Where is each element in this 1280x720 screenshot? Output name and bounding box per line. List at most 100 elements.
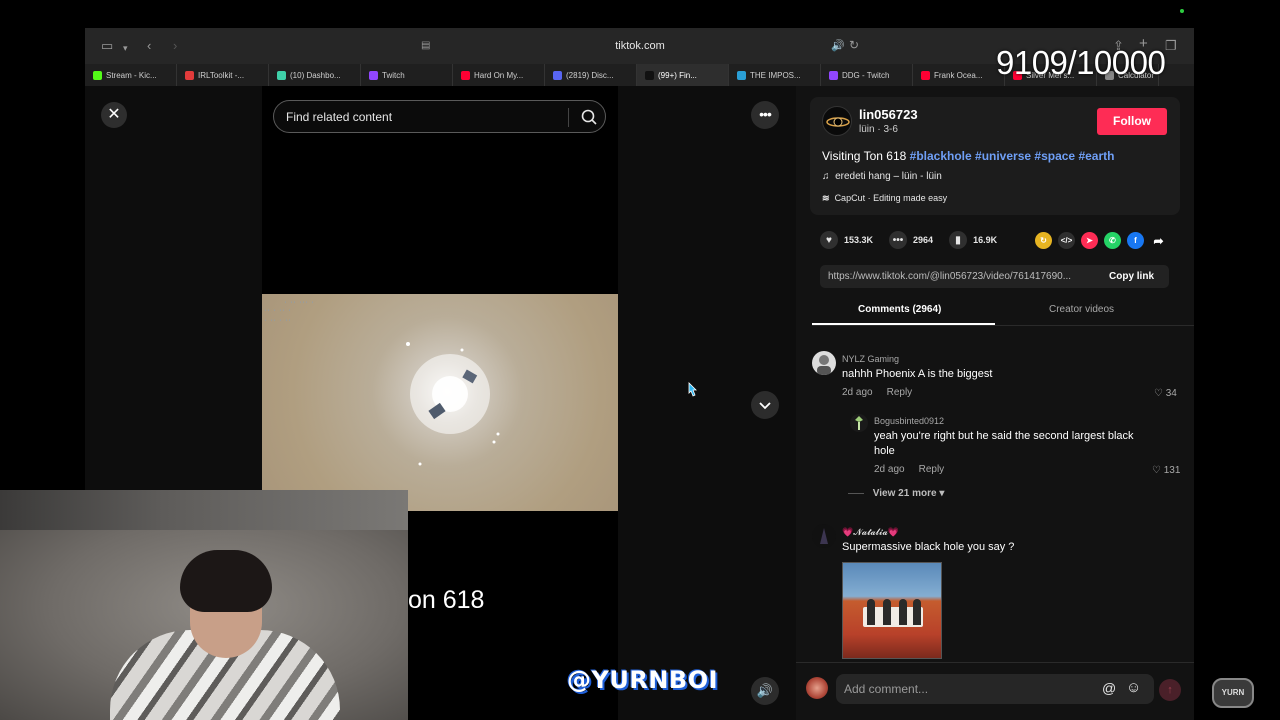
chevron-down-icon: ▾ [939, 488, 945, 499]
comment-input[interactable]: Add comment... @ ☺ [836, 674, 1154, 704]
back-icon[interactable]: ‹ [147, 38, 151, 54]
arrow-up-icon: ↑ [1167, 684, 1173, 696]
hashtag-link[interactable]: #blackhole [910, 149, 972, 163]
tab-favicon-icon [369, 70, 378, 80]
panel-tabs: Comments (2964) Creator videos [812, 298, 1194, 326]
browser-tab[interactable]: (10) Dashbo... [269, 64, 361, 86]
link-bar: https://www.tiktok.com/@lin056723/video/… [820, 265, 1169, 288]
audio-playing-icon[interactable]: 🔊 [831, 39, 845, 52]
video-caption: on 618 [408, 586, 485, 614]
music-note-icon: ♫ [822, 171, 830, 182]
comment-meta: 2d ago Reply [842, 387, 912, 398]
bookmark-icon: ▮ [949, 231, 968, 249]
creator-username[interactable]: lin056723 [859, 107, 918, 122]
related-search[interactable]: Find related content [273, 100, 606, 133]
close-button[interactable]: ✕ [101, 102, 127, 128]
like-button[interactable]: ♥ 153.3K [820, 231, 873, 249]
search-icon[interactable] [579, 107, 599, 127]
browser-tab[interactable]: THE IMPOS... [729, 64, 821, 86]
tab-label: Frank Ocea... [934, 70, 983, 80]
reply-like-count: 131 [1163, 465, 1181, 476]
comment-image[interactable] [842, 562, 942, 659]
browser-tab[interactable]: Hard On My... [453, 64, 545, 86]
chevron-down-icon[interactable]: ▾ [123, 40, 128, 56]
reload-icon[interactable]: ↻ [849, 38, 859, 52]
hashtag-link[interactable]: #universe [975, 149, 1031, 163]
video-link[interactable]: https://www.tiktok.com/@lin056723/video/… [828, 271, 1096, 282]
status-dot [1180, 9, 1184, 13]
replier-name[interactable]: Bogusbinted0912 [874, 416, 944, 426]
commenter-name[interactable]: 💗𝓝𝓪𝓽𝓪𝓵𝓲𝓪💗 [842, 527, 899, 538]
tab-comments[interactable]: Comments (2964) [858, 304, 941, 315]
replier-avatar[interactable] [850, 414, 868, 432]
repost-icon[interactable]: ↻ [1035, 232, 1052, 249]
comment-icon: ••• [889, 231, 908, 249]
video-scene: · ·· ··· · ·· · ·· · · ·· · ·· [264, 300, 500, 466]
tab-label: (10) Dashbo... [290, 70, 341, 80]
image-figure [883, 599, 891, 625]
send-comment-button[interactable]: ↑ [1159, 679, 1181, 701]
creator-avatar[interactable] [822, 106, 852, 136]
comment-time: 2d ago [842, 387, 873, 398]
whatsapp-icon[interactable]: ✆ [1104, 232, 1121, 249]
url-bar[interactable]: tiktok.com [415, 36, 865, 56]
tab-label: DDG - Twitch [842, 70, 890, 80]
comment-like-button[interactable]: ♡ 34 [1154, 388, 1177, 399]
browser-tab[interactable]: DDG - Twitch [821, 64, 913, 86]
mouse-cursor-icon [688, 382, 697, 397]
emoji-icon[interactable]: ☺ [1126, 679, 1141, 696]
commenter-avatar-image [817, 355, 831, 375]
browser-tab[interactable]: Twitch [361, 64, 453, 86]
description-text: Visiting Ton 618 [822, 149, 907, 163]
hashtag-link[interactable]: #space [1034, 149, 1075, 163]
reply-button[interactable]: Reply [887, 387, 913, 398]
more-options-button[interactable]: ••• [751, 101, 779, 129]
reply-button[interactable]: Reply [919, 464, 945, 475]
browser-tab[interactable]: IRLToolkit -... [177, 64, 269, 86]
search-divider [568, 108, 569, 127]
embed-icon[interactable]: </> [1058, 232, 1075, 249]
comment-text: nahhh Phoenix A is the biggest [842, 368, 993, 380]
commenter-avatar[interactable] [812, 524, 836, 548]
mention-icon[interactable]: @ [1102, 680, 1116, 696]
tab-creator-videos[interactable]: Creator videos [1049, 304, 1114, 315]
hashtag-link[interactable]: #earth [1078, 149, 1114, 163]
volume-button[interactable]: 🔊 [751, 677, 779, 705]
tab-label: Twitch [382, 70, 405, 80]
forward-icon[interactable]: › [173, 38, 177, 54]
copy-link-button[interactable]: Copy link [1109, 271, 1154, 282]
browser-tab[interactable]: (2819) Disc... [545, 64, 637, 86]
next-video-button[interactable] [751, 391, 779, 419]
image-figure [899, 599, 907, 625]
tab-favicon-icon [93, 70, 102, 80]
browser-tab[interactable]: Stream - Kic... [85, 64, 177, 86]
tab-label: (2819) Disc... [566, 70, 614, 80]
capcut-link[interactable]: ≋ CapCut · Editing made easy [822, 193, 947, 204]
reply-meta: 2d ago Reply [874, 464, 944, 475]
browser-tab[interactable]: (99+) Fin... [637, 64, 729, 86]
search-input[interactable]: Find related content [286, 110, 392, 124]
sidebar-toggle-icon[interactable]: ▭ [101, 38, 113, 54]
reply-like-button[interactable]: ♡ 131 [1152, 465, 1180, 476]
follow-button[interactable]: Follow [1097, 108, 1167, 135]
video-frame: · ·· ··· · ·· · ·· · · ·· · ·· [262, 294, 618, 511]
share-arrow-icon[interactable]: ➦ [1150, 232, 1167, 249]
tab-favicon-icon [277, 70, 286, 80]
comment-button[interactable]: ••• 2964 [889, 231, 933, 249]
save-button[interactable]: ▮ 16.9K [949, 231, 997, 249]
send-icon[interactable]: ➤ [1081, 232, 1098, 249]
capcut-label: CapCut · Editing made easy [834, 193, 948, 203]
view-more-replies[interactable]: View 21 more ▾ [848, 488, 945, 499]
reply-time: 2d ago [874, 464, 905, 475]
browser-tab[interactable]: Frank Ocea... [913, 64, 1005, 86]
music-link[interactable]: ♫ eredeti hang – lüin - lüin [822, 171, 942, 182]
more-icon: ••• [759, 106, 772, 122]
commenter-avatar[interactable] [812, 351, 836, 375]
commenter-avatar-image [820, 528, 828, 544]
commenter-name[interactable]: NYLZ Gaming [842, 354, 899, 364]
engagement-stats: ♥ 153.3K ••• 2964 ▮ 16.9K [820, 231, 1013, 249]
view-more-label: View 21 more [872, 488, 937, 499]
my-avatar [806, 677, 828, 699]
facebook-icon[interactable]: f [1127, 232, 1144, 249]
tab-overview-icon[interactable]: ❐ [1165, 38, 1177, 54]
